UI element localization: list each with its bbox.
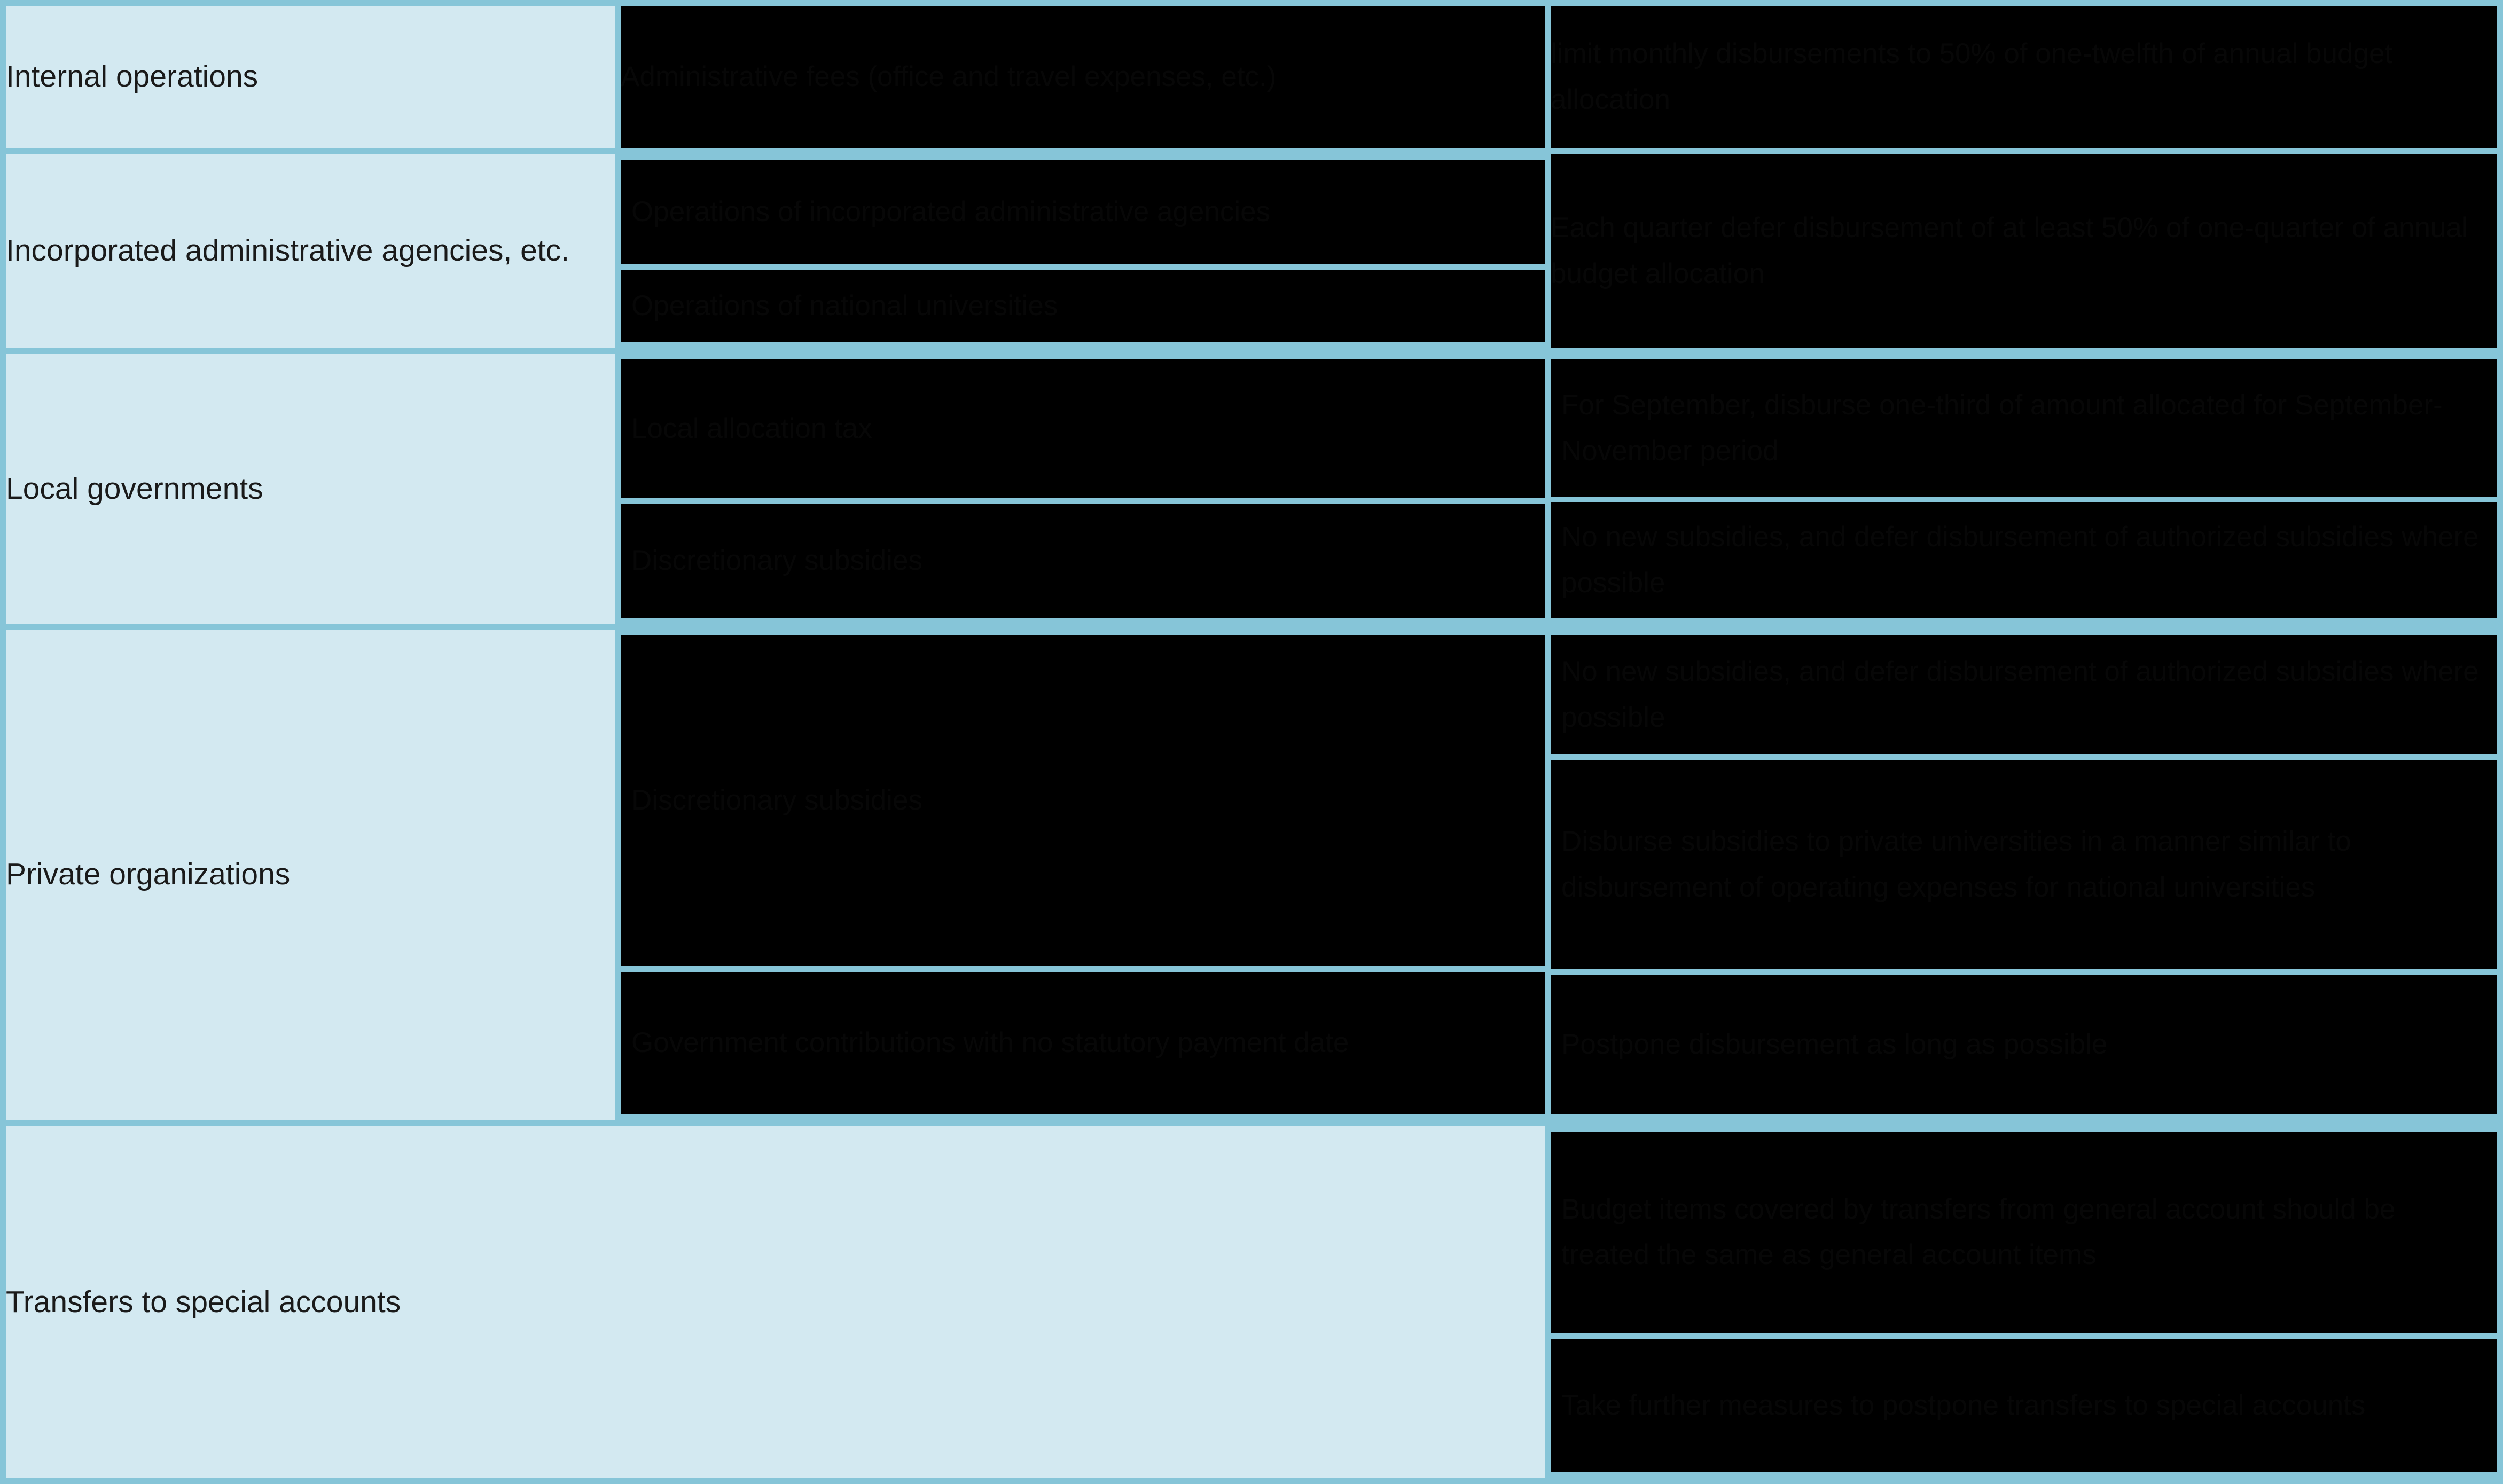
row-category-internal-operations: Internal operations [6,6,615,148]
subject-cell: Local allocation tax [621,359,1545,498]
row-subject-internal-operations: Administrative fees (office and travel e… [621,6,1545,148]
table-row: Local allocation tax [621,359,1545,498]
table-row: No new subsidies, and defer disbursement… [1551,502,2497,618]
row-measure-incorporated-agencies: Each quarter defer disbursement of at le… [1551,153,2497,348]
policy-measures-table: Internal operations Administrative fees … [0,0,2503,1484]
measure-cell: For September, disburse one-third of amo… [1551,359,2497,497]
row-category-transfers-special-accounts: Transfers to special accounts [6,1126,1545,1478]
table-row: Internal operations Administrative fees … [6,6,2497,148]
measure-cell: No new subsidies, and defer disbursement… [1551,635,2497,755]
subject-subrows: Discretionary subsidies Government contr… [621,630,1545,1120]
table-row: Private organizations Discretionary subs… [6,629,2497,1120]
table-row: Disburse subsidies to private universiti… [1551,760,2497,970]
subject-cell: Operations of national universities [621,270,1545,342]
measure-subrows: For September, disburse one-third of amo… [1551,354,2497,623]
row-subject-group-local-governments: Local allocation tax Discretionary subsi… [621,354,1545,623]
table-row: No new subsidies, and defer disbursement… [1551,635,2497,755]
measure-subrows: No new subsidies, and defer disbursement… [1551,630,2497,1120]
table-sheet: Internal operations Administrative fees … [0,0,2503,1484]
table-row: Discretionary subsidies [621,635,1545,966]
row-category-local-governments: Local governments [6,354,615,624]
row-subject-group-private-organizations: Discretionary subsidies Government contr… [621,630,1545,1120]
table-row: Budget items covered by transfers from g… [1551,1132,2497,1333]
table-row: Postpone disbursement as long as possibl… [1551,975,2497,1114]
subject-cell: Discretionary subsidies [621,635,1545,966]
table-row: Local governments Local allocation tax D… [6,354,2497,624]
table-row: For September, disburse one-third of amo… [1551,359,2497,497]
subject-subrows: Operations of incorporated administrativ… [621,154,1545,348]
subject-subrows: Local allocation tax Discretionary subsi… [621,354,1545,623]
row-measure-group-private-organizations: No new subsidies, and defer disbursement… [1551,630,2497,1120]
measure-cell: Take further measures to postpone transf… [1551,1338,2497,1472]
table-row: Take further measures to postpone transf… [1551,1338,2497,1472]
row-category-incorporated-agencies: Incorporated administrative agencies, et… [6,153,615,348]
row-measure-group-transfers-special-accounts: Budget items covered by transfers from g… [1551,1126,2497,1478]
measure-subrows: Budget items covered by transfers from g… [1551,1126,2497,1478]
table-row: Operations of incorporated administrativ… [621,159,1545,264]
measure-cell: Budget items covered by transfers from g… [1551,1132,2497,1333]
table-row: Incorporated administrative agencies, et… [6,153,2497,348]
subject-cell: Government contributions with no statuto… [621,971,1545,1114]
measure-cell: Disburse subsidies to private universiti… [1551,760,2497,970]
measure-cell: No new subsidies, and defer disbursement… [1551,502,2497,618]
measure-cell: Postpone disbursement as long as possibl… [1551,975,2497,1114]
row-category-private-organizations: Private organizations [6,629,615,1120]
subject-cell: Discretionary subsidies [621,504,1545,618]
table-row: Government contributions with no statuto… [621,971,1545,1114]
row-measure-internal-operations: limit monthly disbursements to 50% of on… [1551,6,2497,148]
row-subject-group-incorporated-agencies: Operations of incorporated administrativ… [621,154,1545,348]
table-row: Operations of national universities [621,270,1545,342]
table-row: Transfers to special accounts Budget ite… [6,1126,2497,1478]
table-row: Discretionary subsidies [621,504,1545,618]
row-measure-group-local-governments: For September, disburse one-third of amo… [1551,354,2497,623]
subject-cell: Operations of incorporated administrativ… [621,159,1545,264]
